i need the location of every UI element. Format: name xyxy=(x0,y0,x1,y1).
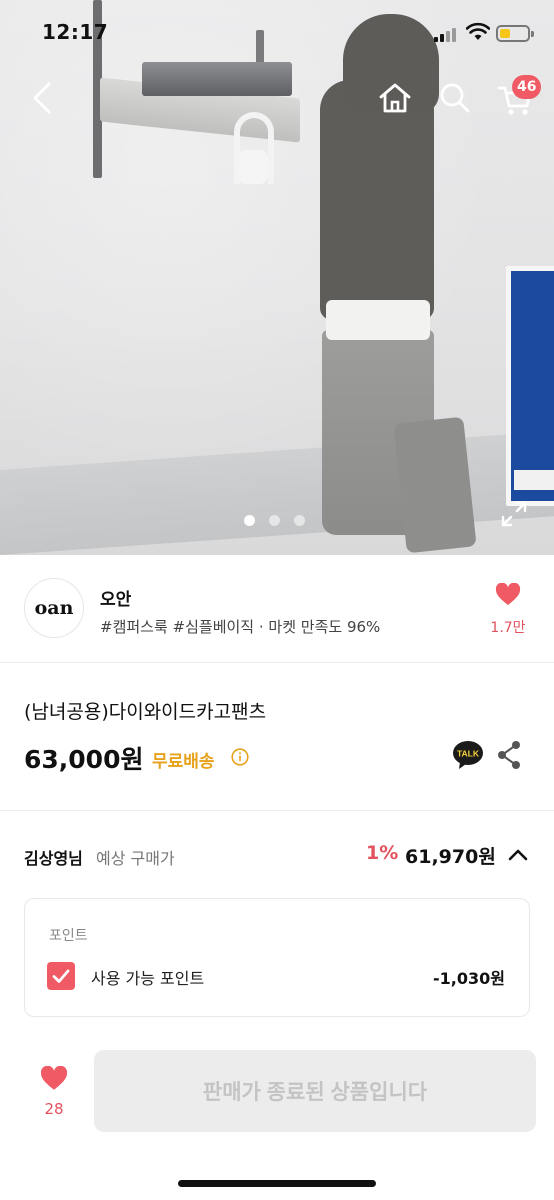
free-shipping-label: 무료배송 xyxy=(152,752,215,772)
talk-label: TALK xyxy=(457,749,480,759)
product-like-count: 28 xyxy=(44,1100,64,1118)
home-icon xyxy=(379,83,411,113)
available-points-label: 사용 가능 포인트 xyxy=(91,969,205,988)
search-button[interactable] xyxy=(436,78,474,118)
points-title: 포인트 xyxy=(49,928,88,944)
search-icon xyxy=(440,83,470,113)
estimate-price: 61,970원 xyxy=(405,846,496,868)
photo-headphones-cup xyxy=(238,150,268,184)
product-price: 63,000원 xyxy=(24,745,144,774)
seller-name[interactable]: 오안 xyxy=(100,585,131,610)
home-button[interactable] xyxy=(376,78,414,118)
estimate-label: 예상 구매가 xyxy=(96,849,175,868)
heart-icon xyxy=(40,1065,68,1090)
kakao-talk-icon: TALK xyxy=(453,741,483,769)
heart-icon xyxy=(495,582,521,605)
chevron-up-icon[interactable] xyxy=(507,845,529,865)
seller-row[interactable]: oan 오안 #캠퍼스룩 #심플베이직 · 마켓 만족도 96% 1.7만 xyxy=(0,555,554,663)
gallery-pagination xyxy=(244,515,305,526)
cellular-signal-icon xyxy=(434,26,458,42)
share-button[interactable] xyxy=(496,740,522,770)
gallery-dot[interactable] xyxy=(294,515,305,526)
use-points-checkbox[interactable] xyxy=(47,962,75,990)
checkmark-icon xyxy=(52,969,70,983)
product-title: (남녀공용)다이와이드카고팬츠 xyxy=(24,701,267,723)
available-points-value: -1,030원 xyxy=(433,969,505,988)
status-time: 12:17 xyxy=(42,20,109,44)
gallery-dot[interactable] xyxy=(269,515,280,526)
product-image-gallery[interactable]: 12:17 46 xyxy=(0,0,554,555)
info-icon[interactable] xyxy=(231,748,249,766)
battery-tip xyxy=(531,31,534,37)
photo-poster-label xyxy=(514,470,554,490)
fullscreen-button[interactable] xyxy=(498,498,530,530)
estimate-discount-rate: 1% xyxy=(366,842,399,864)
shop-like-count: 1.7만 xyxy=(490,620,526,636)
kakao-talk-button[interactable]: TALK xyxy=(452,740,484,770)
status-bar: 12:17 xyxy=(0,0,554,62)
home-indicator[interactable] xyxy=(178,1180,376,1187)
seller-tags: #캠퍼스룩 #심플베이직 · 마켓 만족도 96% xyxy=(100,618,381,636)
shop-like-button[interactable]: 1.7만 xyxy=(486,582,530,637)
product-like-button[interactable]: 28 xyxy=(34,1065,74,1118)
seller-logo[interactable]: oan xyxy=(24,578,84,638)
photo-model-tshirt xyxy=(326,300,430,340)
chevron-left-icon xyxy=(33,82,51,114)
expand-icon xyxy=(501,501,527,527)
photo-amplifier xyxy=(142,62,292,96)
estimate-user-name: 김상영님 xyxy=(24,849,83,868)
points-panel: 포인트 사용 가능 포인트 -1,030원 xyxy=(24,898,530,1017)
share-icon xyxy=(498,741,520,769)
sold-out-button[interactable]: 판매가 종료된 상품입니다 xyxy=(94,1050,536,1132)
gallery-dot-active[interactable] xyxy=(244,515,255,526)
photo-model-pants-leg xyxy=(393,416,477,554)
wifi-icon xyxy=(466,22,490,40)
back-button[interactable] xyxy=(24,78,60,118)
cart-count-badge: 46 xyxy=(512,75,542,99)
battery-icon xyxy=(496,25,530,42)
section-divider xyxy=(0,810,554,811)
